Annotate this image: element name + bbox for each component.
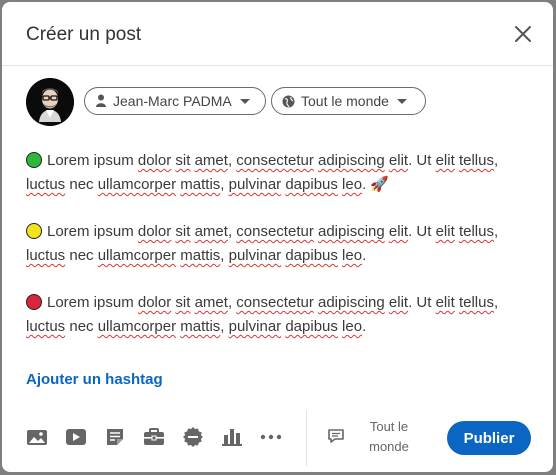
publish-button[interactable]: Publier [447, 421, 531, 455]
audience-line-1: Tout le [369, 419, 409, 434]
visibility-selector[interactable]: Tout le monde [271, 87, 426, 115]
red-circle-emoji [26, 294, 42, 310]
post-paragraph: Lorem ipsum dolor sit amet, consectetur … [26, 294, 499, 335]
author-selector[interactable]: Jean-Marc PADMA [84, 87, 266, 115]
post-paragraph: Lorem ipsum dolor sit amet, consectetur … [26, 223, 499, 264]
comment-bubble-icon[interactable] [327, 427, 345, 445]
comment-audience-selector[interactable]: Tout le monde [360, 417, 418, 457]
document-icon[interactable] [104, 426, 126, 448]
dialog-header: Créer un post [2, 2, 553, 66]
add-hashtag-link[interactable]: Ajouter un hashtag [26, 371, 163, 388]
close-icon[interactable] [513, 24, 533, 44]
post-toolbar [26, 423, 299, 451]
video-icon[interactable] [65, 426, 87, 448]
visibility-label: Tout le monde [301, 93, 389, 109]
person-icon [95, 94, 107, 108]
post-editor[interactable]: Lorem ipsum dolor sit amet, consectetur … [26, 149, 506, 362]
more-icon[interactable] [260, 426, 282, 448]
author-row: Jean-Marc PADMA Tout le monde [26, 78, 526, 126]
dialog-title: Créer un post [26, 24, 142, 45]
post-paragraph: Lorem ipsum dolor sit amet, consectetur … [26, 152, 499, 193]
yellow-circle-emoji [26, 223, 42, 239]
globe-icon [282, 95, 295, 108]
celebrate-badge-icon[interactable] [182, 426, 204, 448]
poll-chart-icon[interactable] [221, 426, 243, 448]
green-circle-emoji [26, 152, 42, 168]
create-post-dialog: Créer un post Jean-Marc PADMA Tout le mo… [2, 2, 553, 472]
toolbar-divider [306, 410, 307, 466]
audience-line-2: monde [369, 439, 409, 454]
caret-down-icon [396, 98, 407, 104]
caret-down-icon [239, 98, 250, 104]
image-icon[interactable] [26, 426, 48, 448]
job-briefcase-icon[interactable] [143, 426, 165, 448]
avatar[interactable] [26, 78, 74, 126]
author-name: Jean-Marc PADMA [113, 93, 232, 109]
rocket-emoji: 🚀 [370, 176, 390, 193]
